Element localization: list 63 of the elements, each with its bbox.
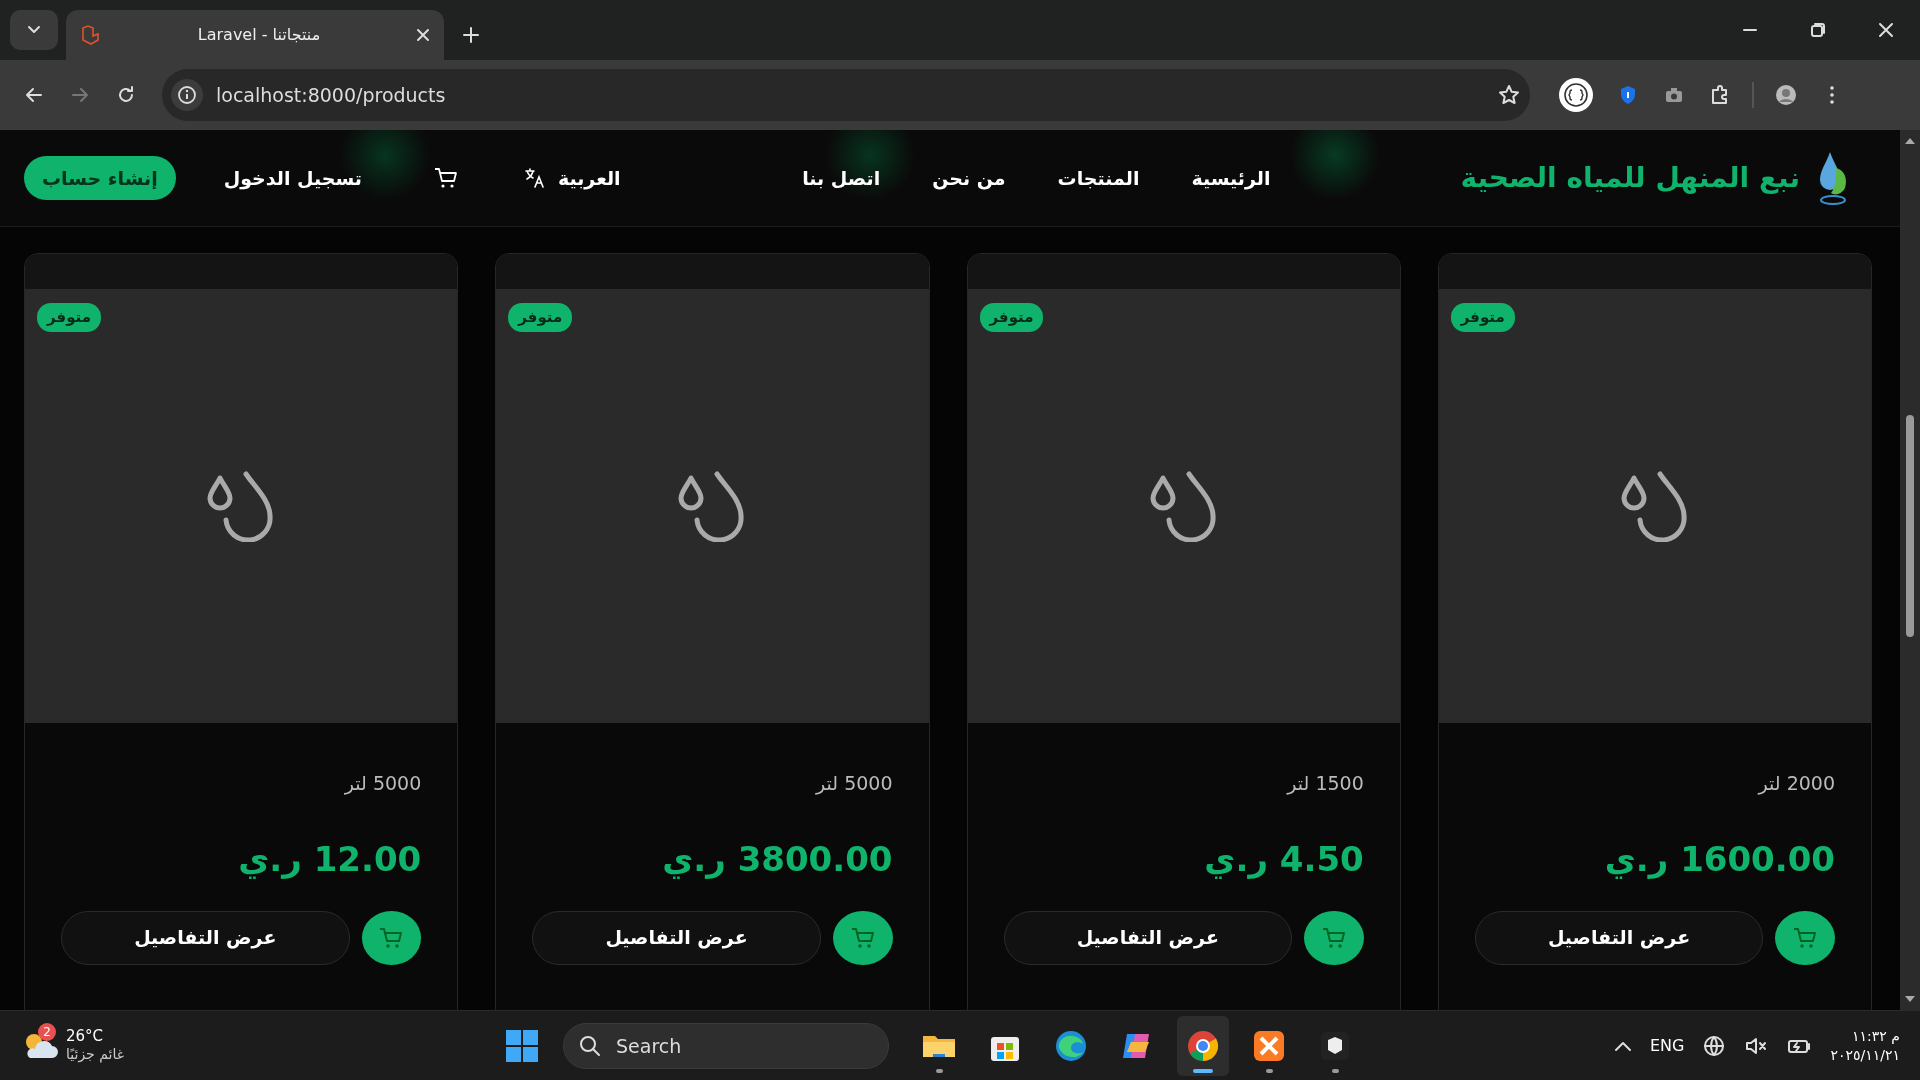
clock-date: ٢٠٢٥/١١/٢١ [1830,1045,1900,1064]
url-text: localhost:8000/products [216,82,447,108]
nav-link[interactable]: المنتجات [1057,163,1140,193]
details-button[interactable]: عرض التفاصيل [532,910,821,965]
water-drops-icon [1619,470,1690,542]
weather-condition: غائم جزئيًا [66,1046,125,1064]
tab-title: Laravel - منتجاتنا [196,24,322,46]
chevron-down-icon [27,25,41,35]
running-indicator [1265,1068,1273,1073]
running-indicator [1331,1068,1339,1073]
close-icon[interactable] [1877,21,1895,39]
browser-tab[interactable]: Laravel - منتجاتنا [66,10,444,60]
nav-link[interactable]: اتصل بنا [802,163,881,193]
running-indicator [1193,1068,1213,1073]
cart-icon [850,926,875,949]
site-brand[interactable]: نبع المنهل للمياه الصحية [1460,157,1800,199]
running-indicator [935,1068,943,1073]
register-button[interactable]: إنشاء حساب [24,155,176,201]
close-icon[interactable] [416,28,430,42]
braces-extension-icon[interactable] [1558,77,1594,113]
product-volume: 1500 لتر [1287,771,1364,797]
start-windows-icon[interactable] [505,1028,539,1063]
translate-icon [523,167,546,189]
login-link[interactable]: تسجيل الدخول [217,162,368,194]
details-button[interactable]: عرض التفاصيل [1003,910,1292,965]
nav-link[interactable]: الرئيسية [1191,163,1271,193]
avatar-icon[interactable] [1775,84,1797,106]
product-price: 1600.00 ر.ي [1604,837,1835,881]
details-button[interactable]: عرض التفاصيل [1474,910,1764,965]
product-price: 4.50 ر.ي [1204,837,1364,881]
scrollbar[interactable] [1900,130,1920,1010]
availability-badge: متوفر [979,303,1044,332]
product-price: 12.00 ر.ي [238,837,422,881]
search-icon [579,1034,601,1057]
availability-badge: متوفر [37,303,101,332]
water-drops-icon [1148,470,1219,542]
cube-logo-icon [80,24,102,46]
cart-icon [1321,926,1346,949]
nav-link[interactable]: من نحن [932,163,1006,193]
clock[interactable]: ١١:٣٢ م ٢٠٢٥/١١/٢١ [1830,1027,1900,1064]
cart-icon [379,926,404,949]
restore-icon[interactable] [1809,21,1827,39]
chevron-up-icon[interactable] [1613,1039,1632,1052]
info-icon[interactable] [170,78,204,112]
language-link[interactable]: العربية [523,163,621,193]
availability-badge: متوفر [1450,303,1515,332]
taskbar-search-field[interactable]: Search [563,1022,889,1069]
alert-count-badge: 2 [38,1023,56,1042]
plus-icon[interactable] [462,26,480,44]
cart-icon [1793,926,1818,949]
cart-icon[interactable] [433,167,458,189]
globe-icon[interactable] [1702,1033,1727,1058]
product-volume: 2000 لتر [1758,771,1835,797]
star-icon[interactable] [1498,84,1520,106]
details-button[interactable]: عرض التفاصيل [61,910,350,965]
address-bar[interactable]: localhost:8000/products [162,69,1530,121]
weather-temperature: 26°C [66,1027,105,1047]
product-volume: 5000 لتر [344,771,422,797]
availability-badge: متوفر [508,303,573,332]
input-language[interactable]: ENG [1649,1033,1685,1058]
product-volume: 5000 لتر [816,771,893,797]
product-price: 3800.00 ر.ي [662,837,893,881]
clock-time: ١١:٣٢ م [1852,1027,1900,1046]
